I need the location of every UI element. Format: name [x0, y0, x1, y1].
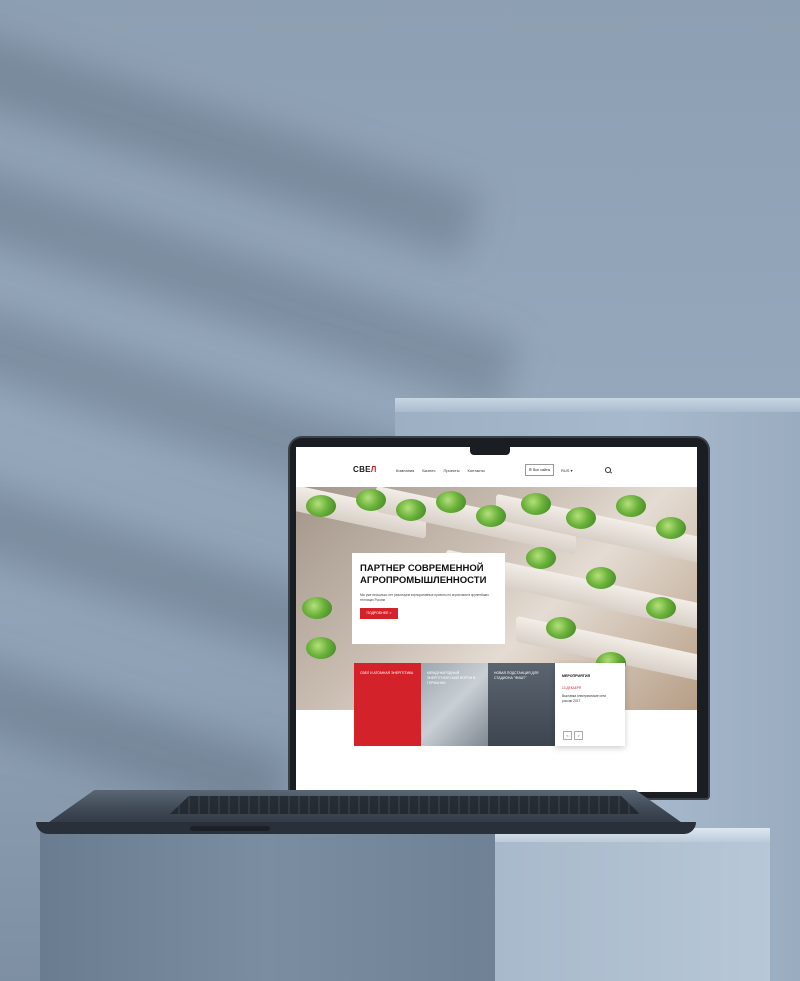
main-nav: Компания Бизнес Проекты Контакты [396, 468, 485, 473]
lettuce-plant [566, 507, 596, 529]
pedestal-back-edge [395, 398, 800, 412]
nav-item-business[interactable]: Бизнес [422, 468, 435, 473]
lettuce-plant [586, 567, 616, 589]
event-description[interactable]: Выставка электрические сети россии 2017 [562, 694, 617, 704]
lettuce-plant [546, 617, 576, 639]
hero-card: ПАРТНЕР СОВРЕМЕННОЙ АГРОПРОМЫШЛЕННОСТИ М… [352, 553, 505, 644]
pedestal-front [40, 830, 495, 981]
news-tile-label: МЕЖДУНАРОДНЫЙ ЭНЕРГЕТИЧЕСКИЙ ФОРУМ В ГЕР… [427, 671, 476, 685]
laptop-base-edge [36, 822, 696, 834]
events-title: МЕРОПРИЯТИЯ [562, 674, 591, 678]
logo-text: СВЕ [353, 465, 371, 474]
chevron-down-icon: ▾ [570, 468, 573, 473]
events-pager: < > [563, 731, 583, 740]
lettuce-plant [646, 597, 676, 619]
news-tile[interactable]: МЕЖДУНАРОДНЫЙ ЭНЕРГЕТИЧЕСКИЙ ФОРУМ В ГЕР… [421, 663, 488, 746]
more-button[interactable]: ПОДРОБНЕЕ > [360, 608, 398, 619]
hero-subtitle: Мы уже несколько лет реализуем корпорати… [360, 593, 489, 602]
hero-title: ПАРТНЕР СОВРЕМЕННОЙ АГРОПРОМЫШЛЕННОСТИ [360, 563, 487, 586]
lettuce-plant [436, 491, 466, 513]
language-selector[interactable]: RUS ▾ [561, 468, 573, 473]
site-logo[interactable]: СВЕЛ [353, 465, 377, 474]
events-card: МЕРОПРИЯТИЯ 13 ДЕКАБРЯ Выставка электрич… [555, 663, 625, 746]
lettuce-plant [396, 499, 426, 521]
nav-item-company[interactable]: Компания [396, 468, 414, 473]
nav-item-contacts[interactable]: Контакты [468, 468, 485, 473]
laptop-notch [190, 826, 270, 831]
news-tile[interactable]: НОВАЯ ПОДСТАНЦИЯ ДЛЯ СТАДИОНА "ФИШТ" [488, 663, 555, 746]
lettuce-plant [356, 489, 386, 511]
news-tile[interactable]: СВЕЛ И АТОМНАЯ ЭНЕРГЕТИКА [354, 663, 421, 746]
search-icon[interactable] [605, 467, 611, 473]
arrow-right-icon[interactable]: > [574, 731, 583, 740]
lettuce-plant [476, 505, 506, 527]
arrow-left-icon[interactable]: < [563, 731, 572, 740]
lettuce-plant [521, 493, 551, 515]
laptop-keyboard [170, 796, 640, 814]
logo-accent: Л [370, 465, 377, 474]
pedestal-front-right [495, 840, 770, 981]
scene-background: СВЕЛ Компания Бизнес Проекты Контакты ☰ … [0, 0, 800, 981]
language-label: RUS [561, 468, 570, 473]
all-sites-button[interactable]: ☰ Все сайты [525, 464, 554, 476]
news-tiles: СВЕЛ И АТОМНАЯ ЭНЕРГЕТИКА МЕЖДУНАРОДНЫЙ … [354, 663, 625, 746]
lettuce-plant [306, 495, 336, 517]
event-date: 13 ДЕКАБРЯ [562, 686, 582, 690]
nav-item-projects[interactable]: Проекты [443, 468, 459, 473]
news-tile-label: СВЕЛ И АТОМНАЯ ЭНЕРГЕТИКА [360, 671, 414, 675]
laptop-camera-notch [470, 447, 510, 455]
lettuce-plant [306, 637, 336, 659]
lettuce-plant [616, 495, 646, 517]
lettuce-plant [526, 547, 556, 569]
news-tile-label: НОВАЯ ПОДСТАНЦИЯ ДЛЯ СТАДИОНА "ФИШТ" [494, 671, 539, 680]
lettuce-plant [302, 597, 332, 619]
laptop-screen: СВЕЛ Компания Бизнес Проекты Контакты ☰ … [296, 447, 697, 792]
lettuce-plant [656, 517, 686, 539]
